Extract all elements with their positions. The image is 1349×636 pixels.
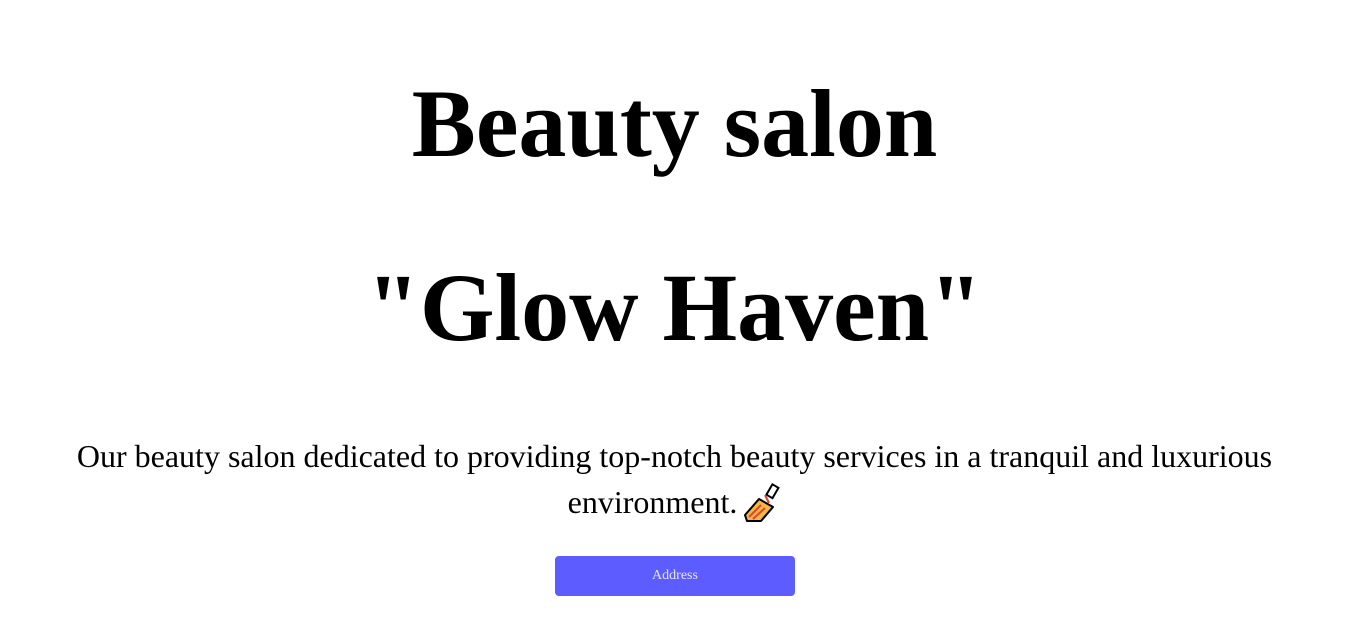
nail-polish-icon (739, 481, 781, 523)
salon-description-text: Our beauty salon dedicated to providing … (76, 438, 1273, 520)
salon-description: Our beauty salon dedicated to providing … (14, 433, 1335, 525)
address-button[interactable]: Address (555, 556, 795, 596)
page-title-line1: Beauty salon (411, 70, 938, 177)
page-title-line2: "Glow Haven" (366, 254, 983, 361)
page: Beauty salon "Glow Haven" Our beauty sal… (0, 0, 1349, 636)
